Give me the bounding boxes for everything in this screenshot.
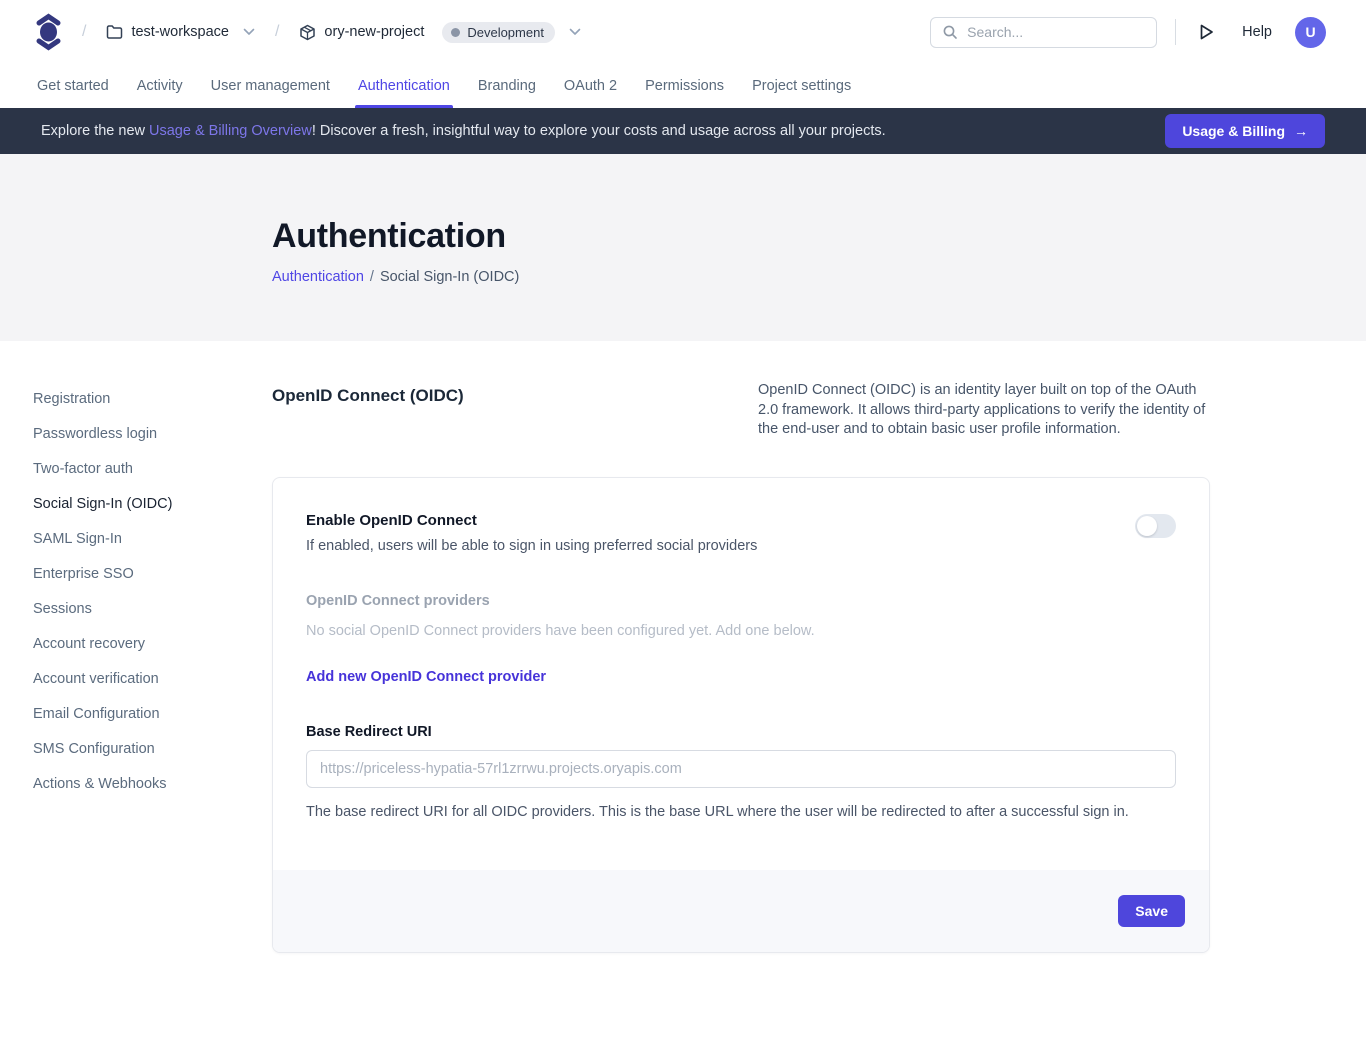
sidebar-item-account-recovery[interactable]: Account recovery <box>33 630 272 658</box>
sidebar-item-social-sign-in-oidc[interactable]: Social Sign-In (OIDC) <box>33 490 272 518</box>
tab-oauth2[interactable]: OAuth 2 <box>564 64 617 108</box>
tab-get-started[interactable]: Get started <box>37 64 109 108</box>
banner-text: Explore the new Usage & Billing Overview… <box>41 123 886 139</box>
toggle-knob-icon <box>1137 516 1157 536</box>
sidebar-item-enterprise-sso[interactable]: Enterprise SSO <box>33 560 272 588</box>
package-icon <box>299 24 316 41</box>
base-redirect-uri-input[interactable] <box>306 750 1176 788</box>
section-description: OpenID Connect (OIDC) is an identity lay… <box>758 381 1210 440</box>
environment-badge: Development <box>442 22 555 43</box>
page-hero: Authentication Authentication / Social Sig… <box>0 154 1366 341</box>
sidebar-item-registration[interactable]: Registration <box>33 385 272 413</box>
enable-oidc-text: Enable OpenID Connect If enabled, users … <box>306 512 757 554</box>
run-console-icon[interactable] <box>1198 23 1215 41</box>
main-panel: OpenID Connect (OIDC) OpenID Connect (OI… <box>272 381 1210 953</box>
oidc-card-body: Enable OpenID Connect If enabled, users … <box>273 478 1209 870</box>
enable-oidc-toggle[interactable] <box>1135 514 1176 538</box>
enable-oidc-description: If enabled, users will be able to sign i… <box>306 538 757 554</box>
chevron-down-icon <box>243 28 255 36</box>
folder-icon <box>106 24 123 40</box>
top-header: / test-workspace / ory-new-project Devel… <box>0 0 1366 64</box>
environment-dot-icon <box>451 28 460 37</box>
breadcrumb-authentication-link[interactable]: Authentication <box>272 269 364 285</box>
banner-text-before: Explore the new <box>41 123 149 139</box>
sidebar-item-email-configuration[interactable]: Email Configuration <box>33 700 272 728</box>
arrow-right-icon: → <box>1294 123 1308 139</box>
tab-project-settings[interactable]: Project settings <box>752 64 851 108</box>
tab-user-management[interactable]: User management <box>211 64 330 108</box>
help-button[interactable]: Help <box>1242 24 1272 40</box>
breadcrumb-current: Social Sign-In (OIDC) <box>380 269 519 285</box>
project-selector[interactable]: ory-new-project Development <box>299 22 581 43</box>
save-button[interactable]: Save <box>1118 895 1185 927</box>
add-oidc-provider-link[interactable]: Add new OpenID Connect provider <box>306 669 546 685</box>
sidebar-item-saml-sign-in[interactable]: SAML Sign-In <box>33 525 272 553</box>
tab-authentication[interactable]: Authentication <box>358 64 450 108</box>
section-header: OpenID Connect (OIDC) OpenID Connect (OI… <box>272 381 1210 440</box>
workspace-selector[interactable]: test-workspace <box>106 24 255 40</box>
tab-activity[interactable]: Activity <box>137 64 183 108</box>
page-title: Authentication <box>272 217 1366 256</box>
sidebar-item-sessions[interactable]: Sessions <box>33 595 272 623</box>
sidebar-item-account-verification[interactable]: Account verification <box>33 665 272 693</box>
tab-branding[interactable]: Branding <box>478 64 536 108</box>
sidebar-item-passwordless-login[interactable]: Passwordless login <box>33 420 272 448</box>
sidebar-item-two-factor-auth[interactable]: Two-factor auth <box>33 455 272 483</box>
breadcrumb-separator: / <box>370 269 374 285</box>
announcement-banner: Explore the new Usage & Billing Overview… <box>0 108 1366 154</box>
project-nav-tabs: Get started Activity User management Aut… <box>0 64 1366 108</box>
project-name: ory-new-project <box>324 24 424 40</box>
usage-billing-button-label: Usage & Billing <box>1182 123 1285 139</box>
base-redirect-uri-label: Base Redirect URI <box>306 724 1176 740</box>
ory-logo-icon[interactable] <box>35 13 62 51</box>
environment-label: Development <box>467 25 544 40</box>
settings-sidebar: Registration Passwordless login Two-fact… <box>33 381 272 953</box>
providers-empty-message: No social OpenID Connect providers have … <box>306 623 1176 639</box>
card-footer: Save <box>273 870 1209 952</box>
providers-section-label: OpenID Connect providers <box>306 593 1176 609</box>
search-box[interactable] <box>930 17 1157 48</box>
chevron-down-icon <box>569 28 581 36</box>
usage-billing-button[interactable]: Usage & Billing → <box>1165 114 1325 148</box>
content-area: Registration Passwordless login Two-fact… <box>0 341 1366 953</box>
section-title: OpenID Connect (OIDC) <box>272 381 464 406</box>
enable-oidc-label: Enable OpenID Connect <box>306 512 757 529</box>
sidebar-item-actions-webhooks[interactable]: Actions & Webhooks <box>33 770 272 798</box>
search-input[interactable] <box>967 24 1145 40</box>
header-actions: Help U <box>930 17 1326 48</box>
base-redirect-uri-help: The base redirect URI for all OIDC provi… <box>306 804 1176 820</box>
breadcrumb-separator: / <box>82 23 86 41</box>
search-icon <box>942 24 958 40</box>
tab-permissions[interactable]: Permissions <box>645 64 724 108</box>
header-divider <box>1175 19 1176 45</box>
workspace-name: test-workspace <box>131 24 229 40</box>
usage-billing-overview-link[interactable]: Usage & Billing Overview <box>149 123 312 139</box>
enable-oidc-row: Enable OpenID Connect If enabled, users … <box>306 512 1176 554</box>
sidebar-item-sms-configuration[interactable]: SMS Configuration <box>33 735 272 763</box>
breadcrumb: Authentication / Social Sign-In (OIDC) <box>272 269 1366 285</box>
oidc-settings-card: Enable OpenID Connect If enabled, users … <box>272 477 1210 953</box>
user-avatar[interactable]: U <box>1295 17 1326 48</box>
breadcrumb-separator: / <box>275 23 279 41</box>
banner-text-after: ! Discover a fresh, insightful way to ex… <box>312 123 886 139</box>
